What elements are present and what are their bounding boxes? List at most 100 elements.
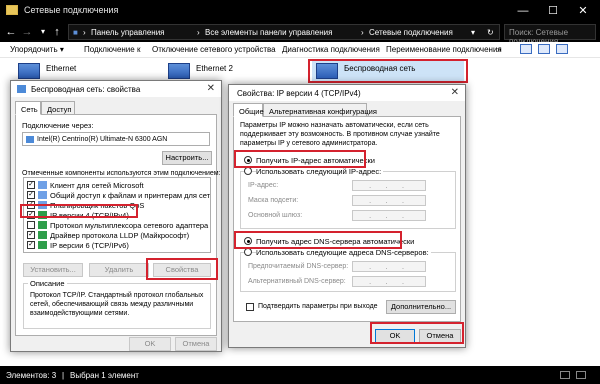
- address-bar[interactable]: ■ › Панель управления › Все элементы пан…: [68, 24, 500, 40]
- manual-ip-label: Использовать следующий IP-адрес:: [256, 167, 384, 176]
- ok-button[interactable]: OK: [129, 337, 171, 351]
- intro-line: поддерживает эту возможность. В противно…: [240, 131, 440, 138]
- connect-using-label: Подключение через:: [22, 121, 94, 130]
- intro-line: Параметры IP можно назначать автоматичес…: [240, 122, 429, 129]
- diagnose-button[interactable]: Диагностика подключения: [282, 45, 380, 54]
- description-line: взаимодействующими сетями.: [30, 310, 130, 317]
- status-divider: |: [62, 371, 65, 380]
- explorer-titlebar: Сетевые подключения — ☐ ✕: [0, 0, 600, 22]
- tab-general[interactable]: Общие: [233, 103, 264, 117]
- highlight-auto-ip: [234, 150, 366, 168]
- search-input[interactable]: Поиск: Сетевые подключения: [504, 24, 596, 46]
- address-dropdown-icon[interactable]: ▾: [471, 28, 475, 37]
- validate-checkbox[interactable]: [246, 303, 254, 311]
- breadcrumb-all-items[interactable]: Все элементы панели управления: [205, 28, 332, 37]
- dialog-titlebar: Беспроводная сеть: свойства ✕: [11, 81, 221, 97]
- breadcrumb-network-connections[interactable]: Сетевые подключения: [369, 28, 453, 37]
- gateway-field[interactable]: [352, 210, 426, 221]
- tab-network[interactable]: Сеть: [15, 101, 41, 115]
- component-checkbox[interactable]: ✓: [27, 231, 35, 239]
- install-button[interactable]: Установить...: [23, 263, 83, 277]
- tab-sharing[interactable]: Доступ: [41, 101, 75, 115]
- minimize-button[interactable]: —: [508, 0, 538, 22]
- disable-device-button[interactable]: Отключение сетевого устройства: [152, 45, 276, 54]
- manual-dns-radio[interactable]: [244, 248, 252, 256]
- component-checkbox[interactable]: ✓: [27, 191, 35, 199]
- configure-button[interactable]: Настроить...: [162, 151, 212, 165]
- description-line: сетей, обеспечивающий связь между различ…: [30, 301, 194, 308]
- refresh-icon[interactable]: ↻: [487, 28, 494, 37]
- close-button[interactable]: ✕: [568, 0, 598, 22]
- preferred-dns-field[interactable]: [352, 261, 426, 272]
- breadcrumb-control-panel[interactable]: Панель управления: [91, 28, 165, 37]
- ip-address-label: IP-адрес:: [248, 182, 279, 189]
- close-icon[interactable]: ✕: [451, 87, 459, 98]
- close-icon[interactable]: ✕: [207, 83, 215, 94]
- highlight-auto-dns: [234, 231, 402, 249]
- list-item[interactable]: ✓ Общий доступ к файлам и принтерам для с…: [24, 190, 210, 200]
- protocol-icon: [38, 241, 47, 249]
- list-item[interactable]: ✓ Клиент для сетей Microsoft: [24, 180, 210, 190]
- breadcrumb-separator: ›: [197, 28, 200, 37]
- rename-button[interactable]: Переименование подключения: [386, 45, 502, 54]
- breadcrumb-separator: ›: [361, 28, 364, 37]
- intro-line: параметры IP у сетевого администратора.: [240, 140, 378, 147]
- component-checkbox[interactable]: ✓: [27, 181, 35, 189]
- dialog-title: Беспроводная сеть: свойства: [31, 85, 141, 94]
- validate-label: Подтвердить параметры при выходе: [258, 303, 378, 310]
- advanced-button[interactable]: Дополнительно...: [386, 300, 456, 314]
- ipv4-properties-dialog: Свойства: IP версии 4 (TCP/IPv4) ✕ Общие…: [228, 84, 466, 348]
- list-item[interactable]: ✓ Драйвер протокола LLDP (Майкрософт): [24, 230, 210, 240]
- network-adapter-icon: [18, 63, 40, 79]
- cancel-button[interactable]: Отмена: [175, 337, 217, 351]
- component-checkbox[interactable]: ✓: [27, 241, 35, 249]
- connect-to-button[interactable]: Подключение к: [84, 45, 140, 54]
- control-panel-icon: ■: [73, 28, 78, 37]
- description-group: Описание Протокол TCP/IP. Стандартный пр…: [23, 279, 211, 329]
- tiles-view-icon[interactable]: [576, 371, 586, 379]
- manual-ip-radio[interactable]: [244, 167, 252, 175]
- organize-button[interactable]: Упорядочить ▾: [10, 45, 64, 54]
- adapter-name-field: Intel(R) Centrino(R) Ultimate-N 6300 AGN: [22, 132, 210, 146]
- alternate-dns-label: Альтернативный DNS-сервер:: [248, 278, 346, 285]
- list-item[interactable]: Протокол мультиплексора сетевого адаптер…: [24, 220, 210, 230]
- help-icon[interactable]: [556, 44, 568, 54]
- manual-dns-label: Использовать следующие адреса DNS-сервер…: [256, 248, 431, 257]
- component-checkbox[interactable]: [27, 221, 35, 229]
- gateway-label: Основной шлюз:: [248, 212, 303, 219]
- highlight-ok-button: [370, 322, 464, 344]
- adapter-icon: [26, 136, 34, 143]
- subnet-field[interactable]: [352, 195, 426, 206]
- remove-button[interactable]: Удалить: [89, 263, 149, 277]
- highlight-properties-button: [146, 258, 218, 280]
- details-view-icon[interactable]: [560, 371, 570, 379]
- list-item[interactable]: ✓ IP версии 6 (TCP/IPv6): [24, 240, 210, 250]
- status-bar: Элементов: 3 | Выбран 1 элемент: [0, 366, 600, 384]
- adapter-icon: [17, 85, 26, 93]
- service-icon: [38, 191, 47, 199]
- view-options: [514, 44, 594, 56]
- alternate-dns-field[interactable]: [352, 276, 426, 287]
- component-label: Клиент для сетей Microsoft: [50, 181, 144, 190]
- component-label: Драйвер протокола LLDP (Майкрософт): [50, 231, 190, 240]
- highlight-wireless-connection: [308, 59, 468, 83]
- subnet-label: Маска подсети:: [248, 197, 299, 204]
- description-label: Описание: [28, 279, 67, 288]
- screen: Сетевые подключения — ☐ ✕ ← → ▾ ↑ ■ › Па…: [0, 0, 600, 384]
- client-icon: [38, 181, 47, 189]
- back-arrow-icon[interactable]: ←: [4, 25, 18, 39]
- ip-address-field[interactable]: [352, 180, 426, 191]
- recent-chevron-icon[interactable]: ▾: [36, 25, 50, 39]
- up-arrow-icon[interactable]: ↑: [50, 25, 64, 39]
- folder-icon: [6, 5, 18, 15]
- connection-label: Ethernet 2: [196, 64, 233, 73]
- preferred-dns-label: Предпочитаемый DNS-сервер:: [248, 263, 349, 270]
- more-commands-button[interactable]: »: [497, 45, 501, 54]
- protocol-icon: [38, 221, 47, 229]
- change-view-icon[interactable]: [520, 44, 532, 54]
- maximize-button[interactable]: ☐: [538, 0, 568, 22]
- forward-arrow-icon[interactable]: →: [20, 25, 34, 39]
- adapter-name: Intel(R) Centrino(R) Ultimate-N 6300 AGN: [37, 136, 168, 143]
- tab-alternate-config[interactable]: Альтернативная конфигурация: [263, 103, 377, 117]
- preview-pane-icon[interactable]: [538, 44, 550, 54]
